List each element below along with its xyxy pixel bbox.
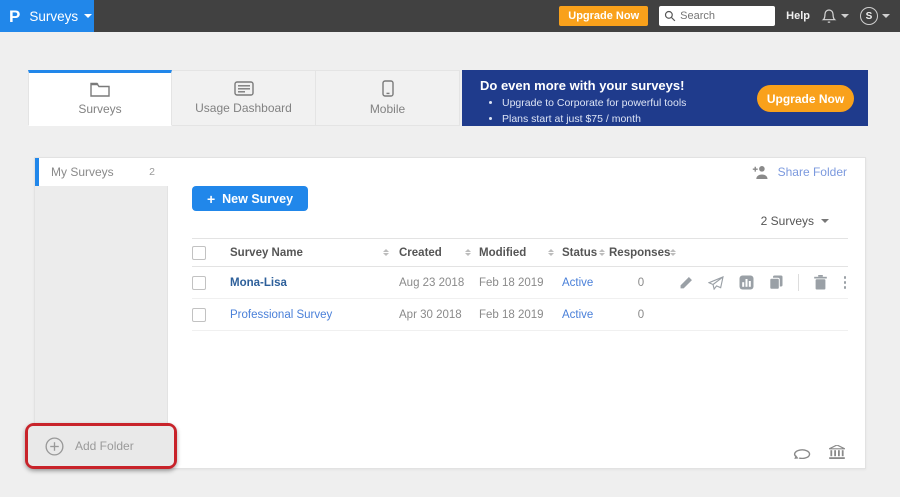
row-checkbox[interactable]: [192, 308, 206, 322]
app-screen: P Surveys Upgrade Now Help S: [0, 0, 900, 497]
divider: [798, 274, 799, 291]
add-folder-button[interactable]: Add Folder: [28, 426, 174, 466]
annotation-highlight-box: Add Folder: [25, 423, 177, 469]
modified-date: Feb 18 2019: [479, 277, 544, 289]
surveys-panel: My Surveys 2 Add Folder Share Folder + N…: [34, 157, 866, 469]
new-survey-button[interactable]: + New Survey: [192, 186, 308, 211]
row-checkbox[interactable]: [192, 276, 206, 290]
header-status: Status: [562, 247, 597, 259]
product-menu-label: Surveys: [29, 9, 78, 24]
banner-bullet: Plans start at just $75 / month: [502, 111, 852, 127]
avatar: S: [860, 7, 878, 25]
main-tabs: Surveys Usage Dashboard Mobile: [28, 70, 460, 126]
header-modified: Modified: [479, 247, 526, 259]
user-plus-icon: [752, 165, 769, 179]
sort-icon[interactable]: [548, 249, 554, 256]
my-surveys-count-badge: 2: [149, 166, 155, 178]
modified-date: Feb 18 2019: [479, 309, 544, 321]
notifications-menu[interactable]: [821, 8, 849, 24]
tab-surveys[interactable]: Surveys: [28, 70, 172, 126]
sidebar-item-my-surveys[interactable]: My Surveys 2: [35, 158, 168, 186]
tab-mobile[interactable]: Mobile: [316, 70, 460, 126]
plus-icon: +: [207, 191, 215, 207]
more-options-icon[interactable]: [842, 276, 849, 289]
share-folder-label: Share Folder: [778, 165, 847, 179]
trash-icon[interactable]: [814, 275, 827, 290]
new-survey-label: New Survey: [222, 192, 293, 206]
top-bar: P Surveys Upgrade Now Help S: [0, 0, 900, 32]
copy-icon[interactable]: [769, 275, 783, 290]
tab-mobile-label: Mobile: [370, 102, 405, 116]
dashboard-icon: [234, 81, 254, 96]
my-surveys-label: My Surveys: [51, 165, 114, 179]
upgrade-banner: Do even more with your surveys! Upgrade …: [462, 70, 868, 126]
account-menu[interactable]: S: [860, 7, 890, 25]
table-header-row: Survey Name Created Modified Status Resp…: [192, 238, 848, 267]
archive-icon[interactable]: [829, 445, 845, 460]
status-badge: Active: [562, 277, 593, 289]
product-switcher[interactable]: P Surveys: [0, 0, 94, 32]
bell-icon: [821, 8, 837, 24]
mobile-icon: [382, 80, 394, 97]
folder-icon: [90, 82, 110, 97]
add-folder-label: Add Folder: [75, 439, 134, 453]
header-created: Created: [399, 247, 442, 259]
surveys-count-dropdown[interactable]: 2 Surveys: [761, 214, 829, 228]
select-all-checkbox[interactable]: [192, 246, 206, 260]
proprofs-logo-icon: P: [9, 8, 20, 25]
reports-icon[interactable]: [739, 275, 754, 290]
send-icon[interactable]: [708, 276, 724, 290]
tab-usage-dashboard-label: Usage Dashboard: [195, 101, 292, 115]
created-date: Apr 30 2018: [399, 309, 462, 321]
plus-circle-icon: [45, 437, 64, 456]
row-actions: [673, 274, 848, 291]
restore-icon[interactable]: [792, 446, 811, 459]
chevron-down-icon: [882, 14, 890, 18]
chevron-down-icon: [821, 219, 829, 223]
banner-upgrade-button[interactable]: Upgrade Now: [757, 85, 854, 112]
search-input[interactable]: [680, 10, 765, 22]
tab-surveys-label: Surveys: [78, 102, 121, 116]
responses-count: 0: [609, 277, 673, 289]
search-box[interactable]: [659, 6, 775, 26]
panel-footer-icons: [792, 445, 845, 460]
table-row: Professional Survey Apr 30 2018 Feb 18 2…: [192, 299, 848, 331]
sort-icon[interactable]: [670, 249, 676, 256]
survey-name-link[interactable]: Mona-Lisa: [230, 277, 287, 289]
upgrade-now-button[interactable]: Upgrade Now: [559, 6, 648, 26]
header-survey-name: Survey Name: [230, 247, 303, 259]
status-badge: Active: [562, 309, 593, 321]
responses-count: 0: [609, 309, 673, 321]
surveys-table: Survey Name Created Modified Status Resp…: [192, 238, 848, 331]
share-folder-link[interactable]: Share Folder: [752, 165, 847, 179]
created-date: Aug 23 2018: [399, 277, 464, 289]
edit-pencil-icon[interactable]: [679, 276, 693, 290]
table-row: Mona-Lisa Aug 23 2018 Feb 18 2019 Active…: [192, 267, 848, 299]
survey-name-link[interactable]: Professional Survey: [230, 309, 332, 321]
header-responses: Responses: [609, 247, 670, 259]
sort-icon[interactable]: [465, 249, 471, 256]
topbar-right: Upgrade Now Help S: [559, 6, 900, 26]
product-menu[interactable]: Surveys: [29, 9, 92, 24]
chevron-down-icon: [841, 14, 849, 18]
search-icon: [664, 10, 676, 22]
help-link[interactable]: Help: [786, 10, 810, 22]
tab-usage-dashboard[interactable]: Usage Dashboard: [172, 70, 316, 126]
sort-icon[interactable]: [383, 249, 389, 256]
sort-icon[interactable]: [599, 249, 605, 256]
surveys-count-label: 2 Surveys: [761, 214, 814, 228]
chevron-down-icon: [84, 14, 92, 18]
